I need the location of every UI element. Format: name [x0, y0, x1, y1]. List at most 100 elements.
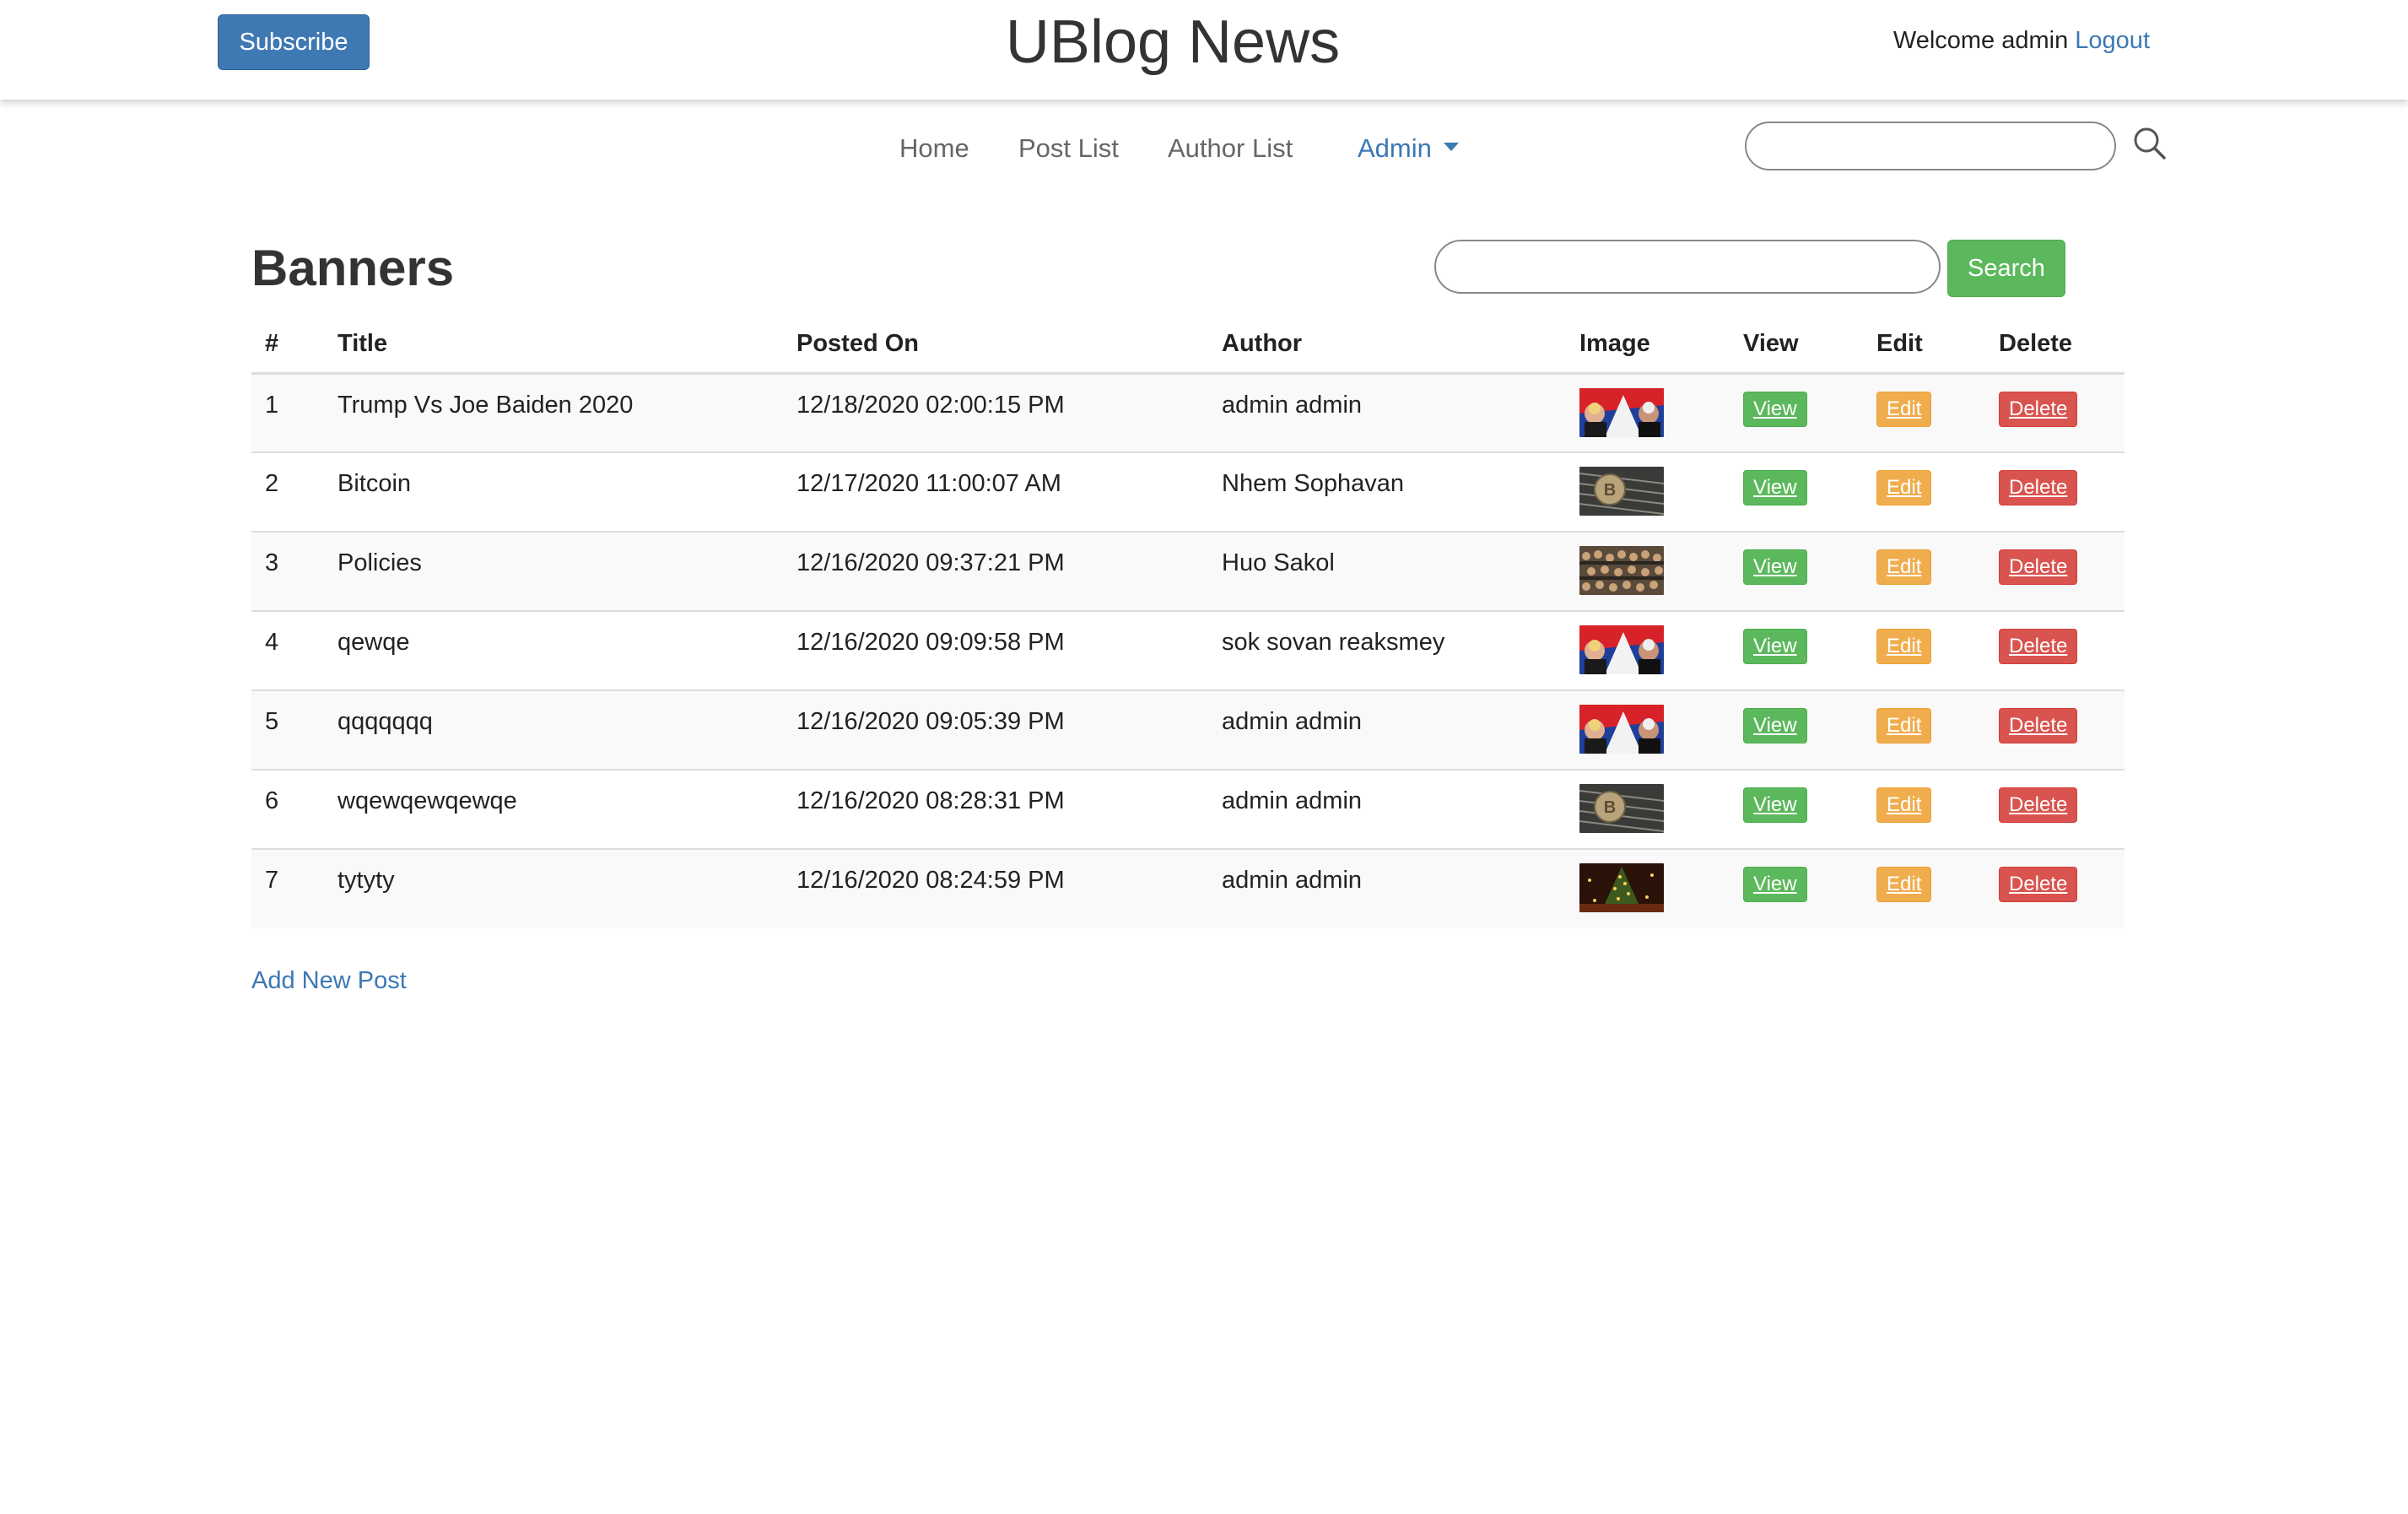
caret-down-icon	[1443, 142, 1459, 151]
svg-text:B: B	[1604, 481, 1616, 500]
banner-search-button[interactable]: Search	[1947, 240, 2065, 297]
row-view-cell: View	[1730, 610, 1863, 690]
row-delete-cell: Delete	[1985, 610, 2125, 690]
row-image-cell: B	[1566, 451, 1730, 532]
column-header-title: Title	[324, 316, 783, 375]
edit-button[interactable]: Edit	[1876, 549, 1932, 585]
column-header-delete: Delete	[1985, 316, 2125, 375]
logout-link[interactable]: Logout	[2075, 27, 2150, 54]
row-title: wqewqewqewqe	[324, 769, 783, 849]
edit-button[interactable]: Edit	[1876, 708, 1932, 743]
row-author: admin admin	[1208, 769, 1566, 849]
row-number: 6	[251, 769, 324, 849]
edit-button[interactable]: Edit	[1876, 787, 1932, 823]
row-image-cell	[1566, 531, 1730, 611]
column-header-author: Author	[1208, 316, 1566, 375]
delete-button[interactable]: Delete	[1999, 470, 2078, 506]
nav-search-input[interactable]	[1745, 122, 2116, 170]
election-thumbnail	[1579, 705, 1664, 754]
table-row: 2 Bitcoin 12/17/2020 11:00:07 AM Nhem Sopha…	[251, 451, 2125, 532]
column-header-posted-on: Posted On	[783, 316, 1208, 375]
edit-button[interactable]: Edit	[1876, 470, 1932, 506]
row-title: tytyty	[324, 848, 783, 928]
nav-post-list[interactable]: Post List	[1018, 132, 1119, 165]
row-posted-on: 12/16/2020 09:37:21 PM	[783, 531, 1208, 611]
row-edit-cell: Edit	[1863, 610, 1985, 690]
row-number: 1	[251, 373, 324, 452]
row-view-cell: View	[1730, 373, 1863, 452]
site-title: UBlog News	[1005, 8, 1341, 76]
bitcoin-thumbnail: B	[1579, 467, 1664, 516]
view-button[interactable]: View	[1743, 708, 1807, 743]
table-row: 1 Trump Vs Joe Baiden 2020 12/18/2020 02:0…	[251, 373, 2125, 452]
page-title: Banners	[251, 240, 455, 296]
row-title: Trump Vs Joe Baiden 2020	[324, 373, 783, 452]
edit-button[interactable]: Edit	[1876, 629, 1932, 664]
delete-button[interactable]: Delete	[1999, 549, 2078, 585]
row-image-cell	[1566, 610, 1730, 690]
row-number: 3	[251, 531, 324, 611]
table-row: 4 qewqe 12/16/2020 09:09:58 PM sok sovan re…	[251, 610, 2125, 690]
row-delete-cell: Delete	[1985, 373, 2125, 452]
edit-button[interactable]: Edit	[1876, 391, 1932, 427]
main-nav: Home Post List Author List Admin	[0, 118, 2408, 177]
delete-button[interactable]: Delete	[1999, 867, 2078, 902]
row-edit-cell: Edit	[1863, 531, 1985, 611]
row-edit-cell: Edit	[1863, 848, 1985, 928]
christmas-tree-thumbnail	[1579, 863, 1664, 912]
banner-search-input[interactable]	[1434, 240, 1941, 294]
row-title: Bitcoin	[324, 451, 783, 532]
subscribe-button[interactable]: Subscribe	[218, 14, 370, 70]
table-header-row: # Title Posted On Author Image View Edit…	[251, 316, 2125, 375]
view-button[interactable]: View	[1743, 391, 1807, 427]
row-author: admin admin	[1208, 689, 1566, 770]
nav-admin-label: Admin	[1358, 133, 1432, 163]
row-edit-cell: Edit	[1863, 451, 1985, 532]
nav-admin-dropdown[interactable]: Admin	[1358, 132, 1459, 165]
view-button[interactable]: View	[1743, 629, 1807, 664]
delete-button[interactable]: Delete	[1999, 629, 2078, 664]
table-row: 6 wqewqewqewqe 12/16/2020 08:28:31 PM admin…	[251, 769, 2125, 849]
view-button[interactable]: View	[1743, 867, 1807, 902]
election-thumbnail	[1579, 387, 1664, 437]
edit-button[interactable]: Edit	[1876, 867, 1932, 902]
row-title: Policies	[324, 531, 783, 611]
row-posted-on: 12/16/2020 08:28:31 PM	[783, 769, 1208, 849]
view-button[interactable]: View	[1743, 787, 1807, 823]
table-row: 3 Policies 12/16/2020 09:37:21 PM Huo Sakol…	[251, 531, 2125, 611]
row-edit-cell: Edit	[1863, 689, 1985, 770]
row-view-cell: View	[1730, 848, 1863, 928]
row-number: 2	[251, 451, 324, 532]
row-delete-cell: Delete	[1985, 531, 2125, 611]
row-edit-cell: Edit	[1863, 373, 1985, 452]
column-header-number: #	[251, 316, 324, 375]
nav-author-list[interactable]: Author List	[1168, 132, 1293, 165]
column-header-edit: Edit	[1863, 316, 1985, 375]
add-new-post-link[interactable]: Add New Post	[251, 964, 407, 998]
row-posted-on: 12/16/2020 08:24:59 PM	[783, 848, 1208, 928]
row-image-cell	[1566, 689, 1730, 770]
row-author: admin admin	[1208, 848, 1566, 928]
column-header-image: Image	[1566, 316, 1730, 375]
search-icon[interactable]	[2131, 125, 2168, 162]
delete-button[interactable]: Delete	[1999, 391, 2078, 427]
bitcoin-thumbnail: B	[1579, 784, 1664, 833]
row-image-cell: B	[1566, 769, 1730, 849]
row-posted-on: 12/16/2020 09:09:58 PM	[783, 610, 1208, 690]
column-header-view: View	[1730, 316, 1863, 375]
row-view-cell: View	[1730, 451, 1863, 532]
delete-button[interactable]: Delete	[1999, 708, 2078, 743]
table-body: 1 Trump Vs Joe Baiden 2020 12/18/2020 02:0…	[251, 373, 2125, 928]
view-button[interactable]: View	[1743, 549, 1807, 585]
row-delete-cell: Delete	[1985, 769, 2125, 849]
row-author: Huo Sakol	[1208, 531, 1566, 611]
row-image-cell	[1566, 373, 1730, 452]
banners-table: # Title Posted On Author Image View Edit…	[251, 316, 2125, 928]
nav-home[interactable]: Home	[899, 132, 969, 165]
row-title: qqqqqqq	[324, 689, 783, 770]
delete-button[interactable]: Delete	[1999, 787, 2078, 823]
row-number: 5	[251, 689, 324, 770]
view-button[interactable]: View	[1743, 470, 1807, 506]
row-image-cell	[1566, 848, 1730, 928]
table-row: 7 tytyty 12/16/2020 08:24:59 PM admin admin…	[251, 848, 2125, 928]
